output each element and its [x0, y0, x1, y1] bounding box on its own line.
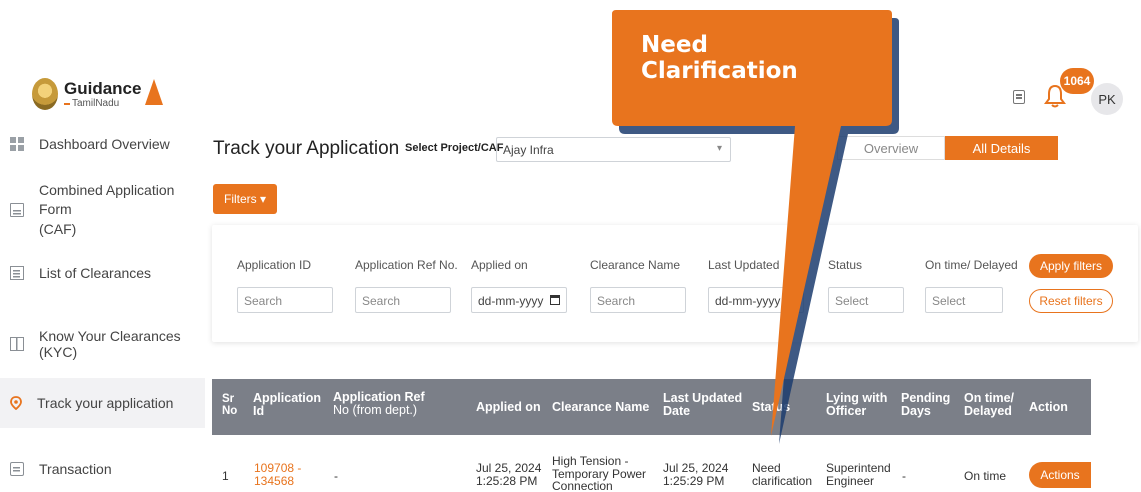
cell-on-time: On time [964, 469, 1007, 483]
cell-last-updated: Jul 25, 2024 1:25:29 PM [663, 462, 728, 487]
transaction-icon [10, 462, 24, 476]
cell-app-id-line1: 109708 - [254, 461, 302, 475]
th-ontime-line2: Delayed [964, 404, 1012, 419]
cell-updated-line2: 1:25:29 PM [663, 473, 725, 488]
cell-application-id[interactable]: 109708 -134568 [254, 462, 301, 487]
filter-label-application-id: Application ID [237, 258, 312, 272]
page-title: Track your Application [213, 138, 400, 159]
actions-button[interactable]: Actions [1029, 462, 1091, 488]
project-select-label: Select Project/CAF [405, 142, 504, 154]
sidebar-item-track[interactable]: Track your application [0, 378, 205, 428]
th-application-ref: Application Ref No (from dept.) [333, 390, 425, 418]
filter-label-last-updated: Last Updated [708, 258, 780, 272]
sidebar-item-kyc[interactable]: Know Your Clearances (KYC) [0, 328, 205, 360]
brand-name: Guidance [64, 78, 142, 98]
cell-updated-line1: Jul 25, 2024 [663, 461, 729, 475]
sidebar-item-label: Combined Application Form [39, 181, 175, 218]
tab-overview[interactable]: Overview [837, 136, 945, 160]
cell-officer-line1: Superintend [826, 461, 891, 475]
cell-clearance-name: High Tension - Temporary Power Connection [552, 455, 646, 492]
apply-filters-button[interactable]: Apply filters [1029, 254, 1113, 278]
filter-panel [212, 225, 1138, 342]
last-updated-date-placeholder: dd-mm-yyyy [715, 294, 781, 308]
cell-status-line1: Need [752, 461, 781, 475]
th-pending-days: Pending Days [901, 391, 950, 419]
th-applied-on: Applied on [476, 400, 541, 414]
cell-applied-line1: Jul 25, 2024 [476, 461, 542, 475]
th-application-id: Application Id [253, 391, 321, 419]
tab-all-details[interactable]: All Details [945, 136, 1058, 160]
status-select[interactable]: Select [828, 287, 904, 313]
th-lying-with: Lying with Officer [826, 391, 887, 419]
sidebar-item-clearances[interactable]: List of Clearances [0, 262, 205, 284]
th-sr-line1: Sr [222, 393, 235, 405]
th-last-updated: Last Updated Date [663, 391, 742, 419]
sidebar-item-dashboard[interactable]: Dashboard Overview [0, 133, 205, 155]
cell-lying-with: Superintend Engineer [826, 462, 891, 487]
th-on-time: On time/Delayed [964, 391, 1014, 419]
callout-line2: Clarification [641, 57, 798, 84]
last-updated-date-input[interactable]: dd-mm-yyyy [708, 287, 804, 313]
sidebar-item-label: Dashboard Overview [39, 136, 170, 152]
sidebar-item-transaction[interactable]: Transaction [0, 458, 205, 480]
cell-applied-on: Jul 25, 2024 1:25:28 PM [476, 462, 541, 487]
th-updated-line2: Date [663, 404, 691, 419]
callout-text: Need Clarification [641, 32, 798, 85]
calendar-icon[interactable] [550, 295, 560, 305]
cell-officer-line2: Engineer [826, 473, 875, 488]
th-clearance-name: Clearance Name [552, 400, 650, 414]
book-icon [10, 337, 24, 351]
sidebar-item-label-2: (CAF) [39, 220, 77, 237]
filter-label-status: Status [828, 258, 863, 272]
filter-label-clearance-name: Clearance Name [590, 258, 681, 272]
cell-status-line2: clarification [752, 473, 813, 488]
sidebar-item-caf[interactable]: Combined Application Form (CAF) [0, 182, 205, 237]
document-icon [10, 203, 24, 217]
callout-line1: Need [641, 32, 708, 58]
filter-label-application-ref: Application Ref No. [355, 258, 458, 272]
flame-icon [145, 79, 164, 105]
th-status: Status [752, 400, 791, 414]
cell-applied-line2: 1:25:28 PM [476, 473, 538, 488]
cell-status: Need clarification [752, 462, 812, 487]
reset-filters-button[interactable]: Reset filters [1029, 289, 1113, 313]
th-app-id-line2: Id [253, 404, 265, 419]
th-lying-line2: Officer [826, 404, 867, 419]
th-sr-no: Sr No [222, 393, 237, 417]
cell-clearance-line1: High Tension - [552, 454, 629, 468]
filter-label-applied-on: Applied on [471, 258, 528, 272]
application-ref-search-input[interactable]: Search [355, 287, 451, 313]
th-pending-line2: Days [901, 404, 931, 419]
user-avatar[interactable]: PK [1091, 83, 1123, 115]
menu-icon[interactable] [1013, 90, 1025, 104]
location-pin-icon [10, 396, 22, 411]
th-action: Action [1029, 400, 1068, 414]
sidebar-item-label: Track your application [37, 395, 174, 411]
clearance-name-search-input[interactable]: Search [590, 287, 686, 313]
application-id-search-input[interactable]: Search [237, 287, 333, 313]
filters-button[interactable]: Filters ▾ [213, 184, 277, 214]
list-icon [10, 266, 24, 280]
on-time-select[interactable]: Select [925, 287, 1003, 313]
cell-sr: 1 [222, 469, 229, 483]
sidebar-item-label: Transaction [39, 461, 112, 477]
tn-emblem-icon [32, 78, 58, 110]
sidebar-item-label: Know Your Clearances (KYC) [39, 328, 181, 360]
cell-pending-days: - [902, 469, 906, 483]
cell-application-ref: - [334, 469, 338, 483]
sidebar-item-label: List of Clearances [39, 265, 152, 281]
dashboard-icon [10, 137, 24, 151]
th-sr-line2: No [222, 405, 238, 418]
applied-on-date-input[interactable]: dd-mm-yyyy [471, 287, 567, 313]
project-select[interactable]: Ajay Infra [496, 137, 731, 162]
project-select-value: Ajay Infra [503, 143, 554, 157]
cell-app-id-line2: 134568 [254, 473, 295, 488]
applied-on-date-placeholder: dd-mm-yyyy [478, 294, 544, 308]
brand-sub: TamilNadu [64, 98, 141, 109]
th-app-ref-line2: No (from dept.) [333, 403, 418, 418]
guidance-logo[interactable]: Guidance TamilNadu [32, 78, 164, 110]
notification-badge: 1064 [1060, 68, 1094, 94]
filter-label-on-time: On time/ Delayed [925, 258, 1018, 272]
cell-clearance-line3: Connection [552, 479, 613, 492]
